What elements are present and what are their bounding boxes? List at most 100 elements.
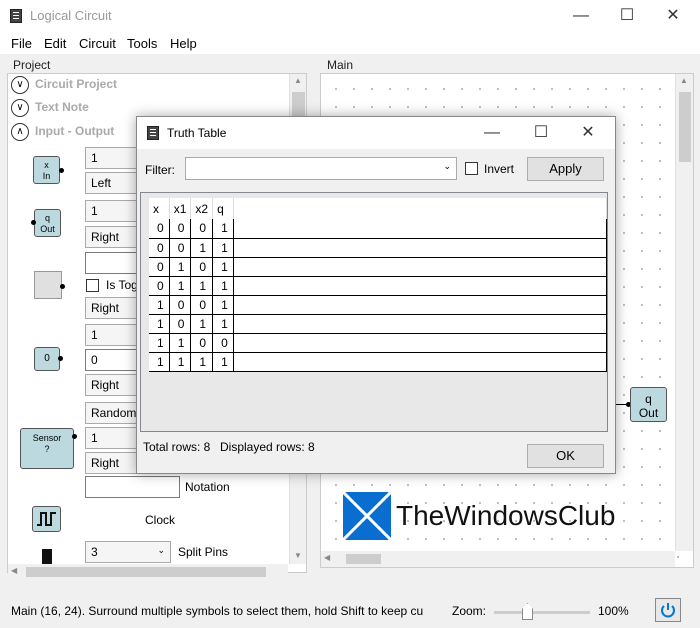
table-cell: 0 <box>169 314 192 334</box>
column-header[interactable]: x1 <box>169 198 192 219</box>
button-side-combo[interactable]: Right <box>85 297 140 319</box>
minimize-icon[interactable]: — <box>558 0 604 32</box>
table-cell-filler <box>233 295 608 315</box>
table-cell-filler <box>233 219 608 239</box>
main-panel-label: Main <box>327 58 354 72</box>
button-notation-field[interactable] <box>85 252 140 274</box>
table-row[interactable]: 1001 <box>149 295 608 315</box>
main-vscrollbar[interactable]: ▲ <box>675 74 693 551</box>
output-symbol[interactable]: q Out <box>34 209 61 237</box>
table-cell: 1 <box>149 295 170 315</box>
splitter-symbol[interactable] <box>42 549 52 564</box>
input-side-combo[interactable]: Left <box>85 172 140 194</box>
table-cell: 0 <box>149 276 170 296</box>
menu-file[interactable]: File <box>11 36 32 51</box>
menu-circuit[interactable]: Circuit <box>79 36 116 51</box>
sensor-count-combo[interactable]: 1 <box>85 427 140 449</box>
truth-table-grid[interactable]: x x1 x2 q 00010011010101111001101111001111 <box>140 192 608 432</box>
table-cell: 1 <box>190 352 214 372</box>
constant-value-field[interactable]: 0 <box>85 349 140 371</box>
table-cell: 0 <box>169 219 192 239</box>
table-row[interactable]: 1011 <box>149 314 608 334</box>
pin <box>58 356 63 361</box>
dialog-title: Truth Table <box>167 126 227 140</box>
project-panel-label: Project <box>13 58 51 72</box>
chevron-down-icon: ⌄ <box>157 545 165 555</box>
displayed-rows: Displayed rows: 8 <box>220 440 315 454</box>
table-cell: 1 <box>212 314 234 334</box>
table-cell: 1 <box>190 314 214 334</box>
constant-count-combo[interactable]: 1 <box>85 324 140 346</box>
maximize-icon[interactable]: ☐ <box>604 0 650 32</box>
table-cell: 0 <box>149 257 170 277</box>
table-cell-filler <box>233 257 608 277</box>
table-row[interactable]: 0011 <box>149 238 608 258</box>
dialog-minimize-icon[interactable]: — <box>469 117 515 149</box>
column-header[interactable]: x <box>149 198 170 219</box>
table-cell: 1 <box>169 276 192 296</box>
output-count-combo[interactable]: 1 <box>85 200 140 222</box>
clock-symbol[interactable] <box>32 506 61 532</box>
table-cell: 0 <box>169 238 192 258</box>
zoom-slider[interactable] <box>494 611 590 614</box>
table-row[interactable]: 0111 <box>149 276 608 296</box>
table-row[interactable]: 1111 <box>149 352 608 372</box>
invert-label: Invert <box>484 162 515 176</box>
zoom-value: 100% <box>598 604 629 618</box>
pin <box>72 434 77 439</box>
ok-button[interactable]: OK <box>527 444 604 468</box>
constant-side-combo[interactable]: Right <box>85 374 140 396</box>
table-cell: 1 <box>149 333 170 353</box>
is-toggle-checkbox[interactable] <box>86 279 99 292</box>
menu-tools[interactable]: Tools <box>127 36 157 51</box>
column-header[interactable]: q <box>212 198 234 219</box>
button-symbol[interactable] <box>34 271 62 299</box>
dialog-maximize-icon[interactable]: ☐ <box>518 117 564 149</box>
invert-checkbox[interactable] <box>465 162 478 175</box>
input-symbol[interactable]: x In <box>33 156 60 184</box>
notation-field[interactable] <box>85 476 180 498</box>
apply-button[interactable]: Apply <box>527 157 604 181</box>
column-header[interactable]: x2 <box>190 198 214 219</box>
power-button[interactable] <box>655 598 681 622</box>
main-scroll-thumb[interactable] <box>679 92 691 162</box>
table-row[interactable]: 0001 <box>149 219 608 239</box>
table-cell: 0 <box>169 295 192 315</box>
sensor-mode-combo[interactable]: Random <box>85 402 140 424</box>
output-side-combo[interactable]: Right <box>85 226 140 248</box>
table-cell: 0 <box>190 295 214 315</box>
filter-combo[interactable]: ⌄ <box>185 157 457 180</box>
output-q-symbol[interactable]: q Out <box>630 387 667 422</box>
is-toggle-label: Is Tog <box>106 278 138 292</box>
table-cell: 1 <box>190 238 214 258</box>
table-cell: 0 <box>190 219 214 239</box>
watermark-text: TheWindowsClub <box>396 500 616 531</box>
split-pins-combo[interactable]: 3 ⌄ <box>85 541 171 563</box>
project-hscrollbar[interactable]: ◀ <box>8 564 288 580</box>
truth-table: x x1 x2 q 00010011010101111001101111001111 <box>149 198 608 372</box>
pin <box>60 284 65 289</box>
table-cell: 1 <box>212 276 234 296</box>
table-cell: 1 <box>212 219 234 239</box>
input-count-combo[interactable]: 1 <box>85 147 140 169</box>
truth-table-dialog: Truth Table — ☐ ✕ Filter: ⌄ Invert Apply… <box>136 116 616 474</box>
table-cell: 1 <box>149 352 170 372</box>
project-hscroll-thumb[interactable] <box>26 567 266 577</box>
table-cell: 1 <box>212 295 234 315</box>
table-cell: 0 <box>149 219 170 239</box>
menu-edit[interactable]: Edit <box>44 36 66 51</box>
table-cell: 1 <box>149 314 170 334</box>
clock-label: Clock <box>145 513 176 527</box>
split-pins-value: 3 <box>91 545 98 559</box>
main-hscroll-thumb[interactable] <box>346 554 381 564</box>
sensor-symbol[interactable]: Sensor ? <box>20 428 74 469</box>
main-hscrollbar[interactable]: ◀ <box>321 551 675 567</box>
table-row[interactable]: 0101 <box>149 257 608 277</box>
close-icon[interactable]: ✕ <box>650 0 696 32</box>
menu-help[interactable]: Help <box>170 36 197 51</box>
constant-symbol[interactable]: 0 <box>34 347 60 371</box>
sensor-side-combo[interactable]: Right <box>85 452 140 474</box>
table-row[interactable]: 1100 <box>149 333 608 353</box>
zoom-label: Zoom: <box>452 604 487 618</box>
dialog-close-icon[interactable]: ✕ <box>565 117 611 149</box>
